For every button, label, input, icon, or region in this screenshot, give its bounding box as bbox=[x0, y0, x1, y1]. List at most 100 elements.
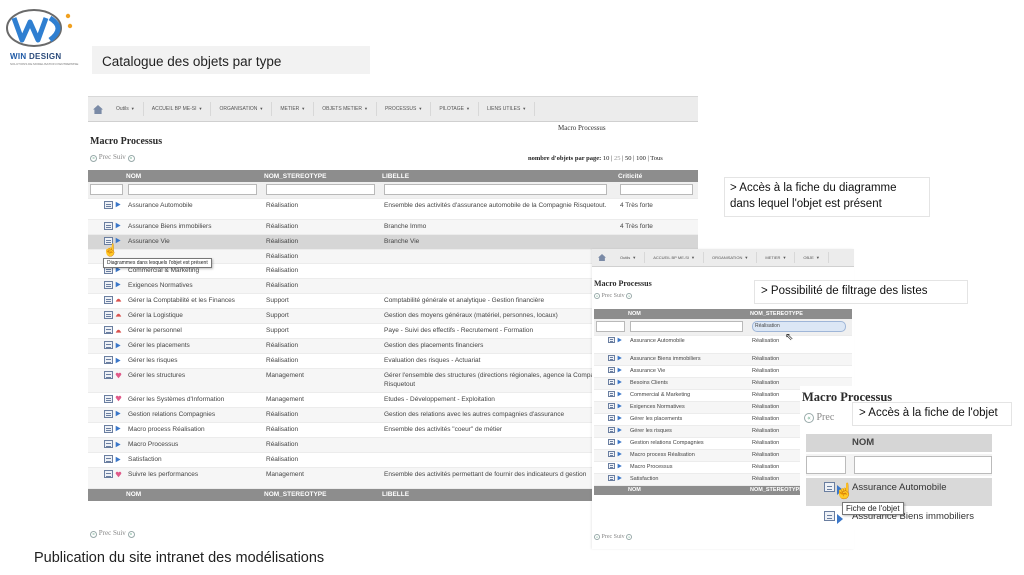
realisation-object-icon[interactable] bbox=[115, 201, 122, 208]
nav-item-2[interactable]: ORGANISATION ▼ bbox=[704, 252, 758, 263]
table-row[interactable]: Assurance Vie Réalisation Branche Vie bbox=[88, 234, 698, 250]
col-nom[interactable]: NOM bbox=[126, 170, 264, 182]
nav-item-5[interactable]: PROCESSUS ▼ bbox=[377, 101, 432, 117]
filter-cell-nom[interactable]: Assurance Vie bbox=[628, 365, 750, 378]
diagram-icon[interactable] bbox=[104, 440, 113, 448]
prev-link[interactable]: Prec bbox=[99, 153, 111, 161]
cell-nom[interactable]: Assurance Automobile bbox=[126, 198, 264, 220]
filter-next-link-bottom[interactable]: Suiv bbox=[614, 534, 625, 540]
realisation-object-icon[interactable] bbox=[617, 415, 623, 421]
realisation-object-icon[interactable] bbox=[115, 456, 122, 463]
realisation-object-icon[interactable] bbox=[115, 357, 122, 364]
filter-nom-input[interactable] bbox=[128, 184, 257, 195]
filter-cell-nom[interactable]: Gérer les placements bbox=[628, 413, 750, 426]
filter-panel-stereotype-input[interactable]: Réalisation bbox=[752, 321, 847, 332]
filter-stereotype-input[interactable] bbox=[266, 184, 376, 195]
zoom-prev-link[interactable]: Prec bbox=[817, 412, 835, 423]
filter-table-row[interactable]: Assurance Biens immobiliers Réalisation bbox=[594, 353, 852, 366]
zoom-diagram-icon[interactable] bbox=[824, 482, 835, 492]
col-criticite[interactable]: Criticité bbox=[618, 170, 698, 182]
support-object-icon[interactable] bbox=[115, 296, 122, 303]
realisation-object-icon[interactable] bbox=[617, 439, 623, 445]
filter-prev-link-bottom[interactable]: Prec bbox=[602, 534, 613, 540]
next-icon[interactable]: » bbox=[127, 155, 135, 162]
nav-item-2[interactable]: ORGANISATION ▼ bbox=[211, 101, 273, 117]
diagram-icon[interactable] bbox=[104, 455, 113, 463]
realisation-object-icon[interactable] bbox=[617, 475, 623, 481]
diagram-icon[interactable] bbox=[104, 200, 113, 209]
filter-prev-link[interactable]: Prec bbox=[602, 293, 613, 299]
per-page-option-1[interactable]: 25 bbox=[614, 155, 621, 162]
cell-nom[interactable]: Satisfaction bbox=[126, 452, 264, 468]
prev-link-bottom[interactable]: Prec bbox=[99, 529, 111, 537]
filter-next-link[interactable]: Suiv bbox=[614, 293, 625, 299]
cell-nom[interactable]: Gérer le personnel bbox=[126, 323, 264, 340]
nav-item-0[interactable]: Outils ▼ bbox=[612, 252, 646, 263]
filter-diagram-icon[interactable] bbox=[608, 354, 615, 361]
col-stereotype[interactable]: NOM_STEREOTYPE bbox=[264, 170, 382, 182]
cell-nom[interactable]: Gérer les placements bbox=[126, 338, 264, 355]
filter-diagram-icon[interactable] bbox=[608, 390, 615, 397]
cell-nom[interactable]: Gérer la Comptabilité et les Finances bbox=[126, 293, 264, 309]
support-object-icon[interactable] bbox=[115, 327, 122, 334]
filter-cell-nom[interactable]: Macro Processus bbox=[628, 461, 750, 474]
support-object-icon[interactable] bbox=[115, 311, 122, 318]
realisation-object-icon[interactable] bbox=[617, 463, 623, 469]
filter-criticite-input[interactable] bbox=[620, 184, 693, 195]
next-link[interactable]: Suiv bbox=[113, 153, 126, 161]
filter-col-stereotype[interactable]: NOM_STEREOTYPE bbox=[750, 309, 852, 319]
zoom-row-1-name[interactable]: Assurance Automobile bbox=[852, 482, 947, 493]
diagram-icon[interactable] bbox=[104, 310, 113, 319]
filter-cell-nom[interactable]: Satisfaction bbox=[628, 473, 750, 486]
filter-diagram-icon[interactable] bbox=[608, 366, 615, 373]
filter-next-icon-bottom[interactable]: » bbox=[626, 534, 633, 540]
diagram-icon[interactable] bbox=[104, 221, 113, 230]
filter-cell-nom[interactable]: Commercial & Marketing bbox=[628, 389, 750, 402]
cell-nom[interactable]: Gérer la Logistique bbox=[126, 308, 264, 325]
filter-diagram-icon[interactable] bbox=[608, 462, 615, 469]
realisation-object-icon[interactable] bbox=[617, 403, 623, 409]
per-page-option-2[interactable]: 50 bbox=[625, 155, 632, 162]
diagram-icon[interactable] bbox=[104, 326, 113, 334]
filter-diagram-icon[interactable] bbox=[608, 336, 615, 343]
diagram-icon[interactable] bbox=[104, 280, 113, 289]
filter-table-row[interactable]: Assurance Vie Réalisation bbox=[594, 365, 852, 378]
zoom-row-2-diagram-icon[interactable] bbox=[824, 511, 835, 521]
diagram-icon[interactable] bbox=[104, 295, 113, 304]
filter-cell-nom[interactable]: Gestion relations Compagnies bbox=[628, 437, 750, 450]
cell-nom[interactable]: Gérer les risques bbox=[126, 353, 264, 370]
next-link-bottom[interactable]: Suiv bbox=[113, 529, 126, 537]
filter-prev-icon[interactable]: « bbox=[594, 293, 600, 299]
diagram-icon[interactable] bbox=[104, 371, 113, 380]
cell-nom[interactable]: Exigences Normatives bbox=[126, 278, 264, 294]
filter-diagram-icon[interactable] bbox=[608, 438, 615, 445]
per-page-option-3[interactable]: 100 bbox=[636, 155, 646, 162]
home-icon[interactable] bbox=[88, 97, 108, 121]
realisation-object-icon[interactable] bbox=[617, 451, 623, 457]
prev-icon[interactable]: « bbox=[90, 155, 97, 162]
filter-col-nom[interactable]: NOM bbox=[628, 309, 750, 319]
management-object-icon[interactable] bbox=[115, 372, 122, 379]
diagram-icon[interactable] bbox=[104, 470, 113, 478]
realisation-object-icon[interactable] bbox=[617, 337, 623, 343]
nav-item-6[interactable]: PILOTAGE ▼ bbox=[431, 101, 479, 117]
filter-panel-nom-input[interactable] bbox=[630, 321, 744, 332]
cell-nom[interactable]: Assurance Vie bbox=[126, 234, 264, 250]
realisation-object-icon[interactable] bbox=[617, 379, 623, 385]
next-icon-bottom[interactable]: » bbox=[127, 531, 135, 538]
realisation-object-icon[interactable] bbox=[617, 367, 623, 373]
realisation-object-icon[interactable] bbox=[115, 441, 122, 448]
cell-nom[interactable]: Suivre les performances bbox=[126, 467, 264, 489]
diagram-icon[interactable] bbox=[104, 356, 113, 365]
filter-diagram-icon[interactable] bbox=[608, 414, 615, 421]
zoom-filter-nom-input[interactable] bbox=[854, 456, 992, 474]
cell-nom[interactable]: Gérer les structures bbox=[126, 368, 264, 393]
filter-cell-nom[interactable]: Besoins Clients bbox=[628, 377, 750, 390]
realisation-object-icon[interactable] bbox=[115, 425, 122, 432]
diagram-icon[interactable] bbox=[104, 394, 113, 403]
table-row[interactable]: Assurance Automobile Réalisation Ensemble … bbox=[88, 198, 698, 220]
nav-item-0[interactable]: Outils ▼ bbox=[108, 101, 144, 117]
nav-item-7[interactable]: LIENS UTILES ▼ bbox=[479, 101, 536, 117]
filter-diagram-icon[interactable] bbox=[608, 450, 615, 457]
nav-item-1[interactable]: ACCUEIL BP ME-SI ▼ bbox=[645, 252, 704, 263]
